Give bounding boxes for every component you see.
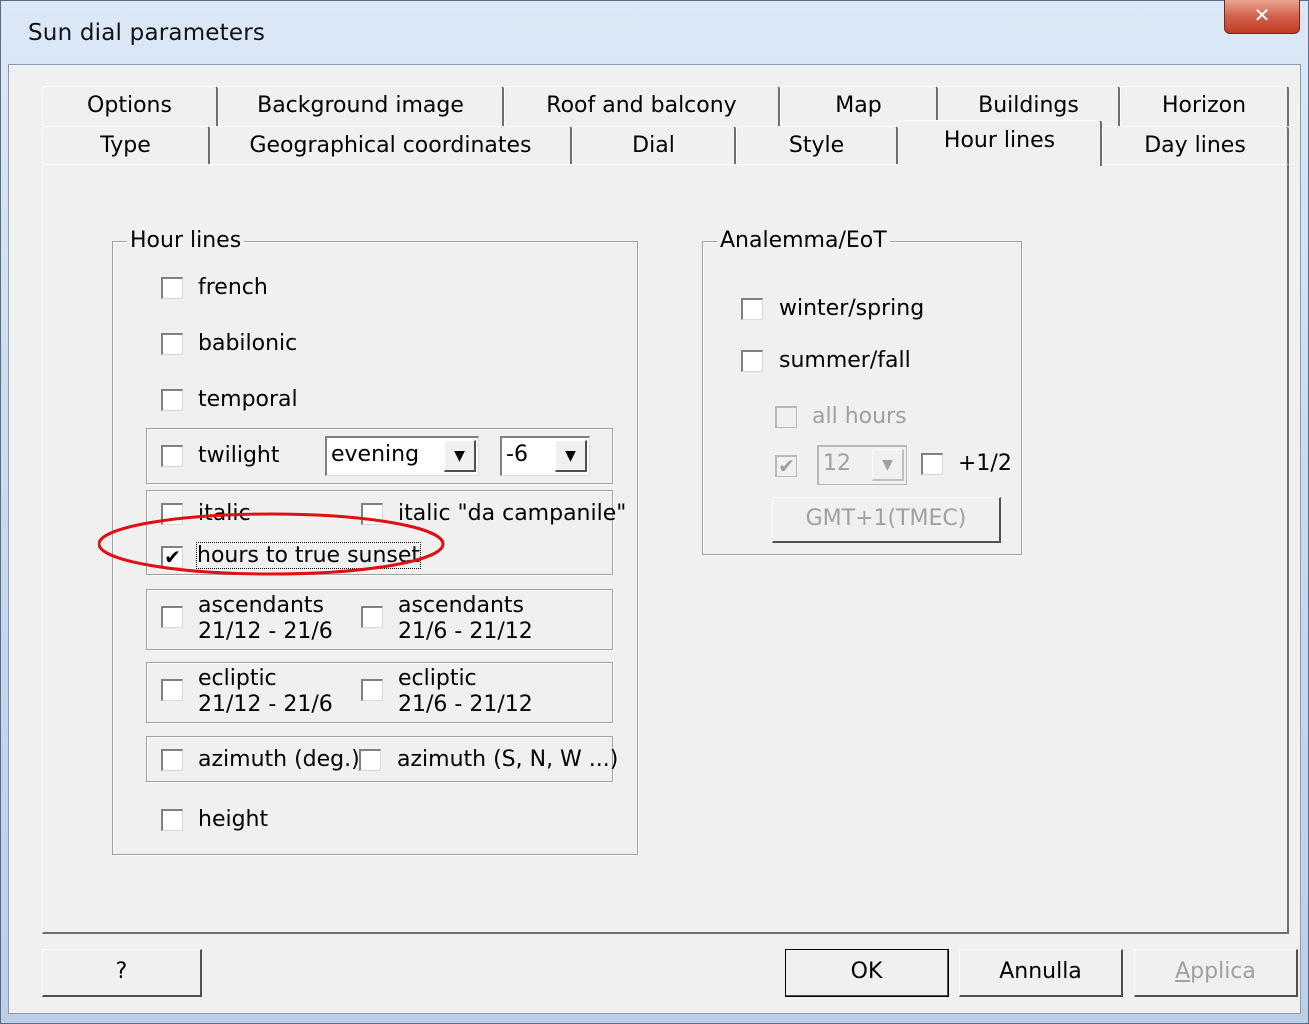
hour-lines-group-title: Hour lines (127, 228, 245, 253)
tab-day-lines[interactable]: Day lines (1102, 126, 1289, 166)
hour-select[interactable]: 12 ▼ (817, 445, 907, 485)
tab-options[interactable]: Options (42, 86, 218, 126)
twilight-mode-value: evening (331, 442, 420, 467)
babilonic-label: babilonic (198, 331, 298, 356)
tab-geographical-coordinates[interactable]: Geographical coordinates (210, 126, 572, 166)
half-hour-label: +1/2 (958, 451, 1012, 476)
ecliptic-1-label: ecliptic 21/12 - 21/6 (198, 666, 333, 718)
summer-fall-label: summer/fall (779, 348, 911, 373)
ecliptic-1-line1: ecliptic (198, 666, 277, 691)
ok-button[interactable]: OK (785, 949, 949, 997)
hour-enable-checkbox[interactable]: ✔ (775, 455, 797, 477)
timezone-button[interactable]: GMT+1(TMEC) (772, 497, 1001, 543)
tab-dial[interactable]: Dial (572, 126, 736, 166)
close-button[interactable]: ✕ (1224, 0, 1300, 34)
close-icon: ✕ (1253, 3, 1271, 27)
winter-spring-label: winter/spring (779, 296, 925, 321)
ecliptic-2-label: ecliptic 21/6 - 21/12 (398, 666, 533, 718)
ascendants-1-checkbox[interactable] (161, 606, 183, 628)
analemma-group-title: Analemma/EoT (717, 228, 890, 253)
apply-button[interactable]: Applica (1134, 949, 1298, 997)
height-label: height (198, 807, 269, 832)
ascendants-2-line1: ascendants (398, 593, 524, 618)
checkmark-icon: ✔ (778, 454, 795, 478)
highlight-ellipse (98, 512, 445, 576)
twilight-degrees-value: -6 (506, 442, 528, 467)
ecliptic-1-checkbox[interactable] (161, 679, 183, 701)
tab-style[interactable]: Style (736, 126, 898, 166)
ascendants-1-line1: ascendants (198, 593, 324, 618)
azimuth-deg-checkbox[interactable] (161, 749, 183, 771)
french-label: french (198, 275, 268, 300)
cancel-button[interactable]: Annulla (959, 949, 1123, 997)
tab-hour-lines[interactable]: Hour lines (898, 120, 1102, 166)
tab-horizon[interactable]: Horizon (1120, 86, 1289, 126)
ecliptic-2-line1: ecliptic (398, 666, 477, 691)
height-checkbox[interactable] (161, 809, 183, 831)
twilight-degrees-select[interactable]: -6 ▼ (500, 436, 590, 476)
all-hours-label: all hours (812, 404, 907, 429)
ecliptic-1-line2: 21/12 - 21/6 (198, 692, 333, 717)
ecliptic-2-line2: 21/6 - 21/12 (398, 692, 533, 717)
hour-select-value: 12 (823, 451, 851, 476)
tab-background-image[interactable]: Background image (218, 86, 504, 126)
ascendants-1-line2: 21/12 - 21/6 (198, 619, 333, 644)
half-hour-checkbox[interactable] (921, 453, 943, 475)
tab-type[interactable]: Type (42, 126, 210, 166)
babilonic-checkbox[interactable] (161, 333, 183, 355)
twilight-mode-select[interactable]: evening ▼ (325, 436, 479, 476)
ascendants-2-checkbox[interactable] (361, 606, 383, 628)
apply-label: pplica (1190, 959, 1256, 984)
winter-spring-checkbox[interactable] (741, 298, 763, 320)
temporal-label: temporal (198, 387, 298, 412)
all-hours-checkbox[interactable] (775, 406, 797, 428)
twilight-label: twilight (198, 443, 280, 468)
ecliptic-2-checkbox[interactable] (361, 679, 383, 701)
help-button[interactable]: ? (42, 949, 202, 997)
azimuth-direction-checkbox[interactable] (359, 749, 381, 771)
azimuth-direction-label: azimuth (S, N, W ...) (397, 747, 619, 772)
ascendants-2-label: ascendants 21/6 - 21/12 (398, 593, 533, 645)
twilight-checkbox[interactable] (161, 445, 183, 467)
ascendants-2-line2: 21/6 - 21/12 (398, 619, 533, 644)
window-title: Sun dial parameters (28, 20, 266, 46)
french-checkbox[interactable] (161, 277, 183, 299)
ascendants-1-label: ascendants 21/12 - 21/6 (198, 593, 333, 645)
azimuth-deg-label: azimuth (deg.) (198, 747, 360, 772)
chevron-down-icon[interactable]: ▼ (555, 440, 587, 472)
chevron-down-icon[interactable]: ▼ (872, 449, 904, 481)
temporal-checkbox[interactable] (161, 389, 183, 411)
chevron-down-icon[interactable]: ▼ (444, 440, 476, 472)
apply-accelerator: A (1175, 959, 1191, 984)
summer-fall-checkbox[interactable] (741, 350, 763, 372)
highlight-ellipse-shape (98, 512, 445, 576)
tab-roof-and-balcony[interactable]: Roof and balcony (504, 86, 780, 126)
